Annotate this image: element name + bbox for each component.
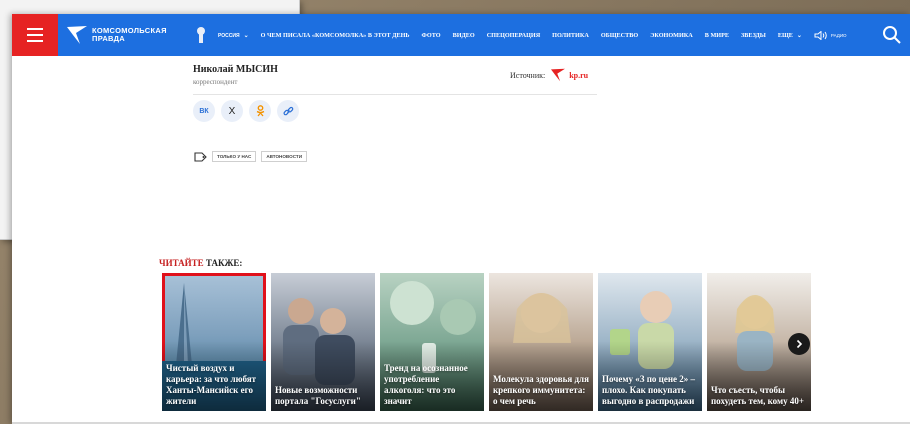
- odnoklassniki-icon: [256, 105, 264, 117]
- card-3-for-2[interactable]: Почему «З по цене 2» – плохо. Как покупа…: [598, 273, 702, 411]
- menu-button[interactable]: [12, 14, 58, 56]
- more-label: ЕЩЕ: [777, 31, 793, 39]
- card-title: Почему «З по цене 2» – плохо. Как покупа…: [602, 374, 696, 406]
- site-header: КОМСОМОЛЬСКАЯ ПРАВДА РОССИЯ ⌄ О ЧЕМ ПИСАЛ…: [12, 14, 910, 56]
- source-label: Источник:: [510, 70, 546, 80]
- nav-item-video[interactable]: ВИДЕО: [453, 32, 475, 39]
- card-khanty-mansiysk[interactable]: Чистый воздух и карьера: за что любят Ха…: [162, 273, 266, 411]
- card-alcohol-trend[interactable]: Тренд на осознанное употребление алкогол…: [380, 273, 484, 411]
- card-title: Чистый воздух и карьера: за что любят Ха…: [166, 363, 257, 406]
- nav-item-special-op[interactable]: СПЕЦОПЕРАЦИЯ: [487, 32, 540, 39]
- share-bar: ВК X: [193, 100, 299, 122]
- nav-item-photo[interactable]: ФОТО: [422, 32, 441, 39]
- nav-item-world[interactable]: В МИРЕ: [705, 32, 729, 39]
- author-block: Николай МЫСИН корреспондент: [193, 64, 278, 86]
- read-also-accent: ЧИТАЙТЕ: [159, 258, 204, 268]
- menu-line-icon: [27, 40, 43, 42]
- copy-link-button[interactable]: [277, 100, 299, 122]
- author-role: корреспондент: [193, 78, 238, 86]
- share-x-button[interactable]: X: [221, 100, 243, 122]
- nav-item-society[interactable]: ОБЩЕСТВО: [601, 32, 638, 39]
- nav-item-politics[interactable]: ПОЛИТИКА: [552, 32, 589, 39]
- source-link[interactable]: kp.ru: [569, 71, 588, 80]
- kp-bird-icon: [551, 68, 566, 82]
- share-vk-button[interactable]: ВК: [193, 100, 215, 122]
- vk-icon: ВК: [199, 107, 209, 115]
- x-icon: X: [228, 105, 236, 117]
- nav-more-button[interactable]: ЕЩЕ ⌄: [778, 32, 802, 39]
- nav-item-economy[interactable]: ЭКОНОМИКА: [650, 32, 693, 39]
- browser-window: КОМСОМОЛЬСКАЯ ПРАВДА РОССИЯ ⌄ О ЧЕМ ПИСАЛ…: [12, 14, 910, 424]
- card-health-molecule[interactable]: Молекула здоровья для крепкого иммунитет…: [489, 273, 593, 411]
- card-title: Что съесть, чтобы похудеть тем, кому 40+: [711, 385, 804, 406]
- tag-icon: [194, 151, 207, 162]
- bird-logo-icon: [67, 26, 87, 44]
- card-gosuslugi[interactable]: Новые возможности портала "Госуслуги": [271, 273, 375, 411]
- order-emblem-icon: [197, 27, 205, 43]
- link-icon: [282, 106, 293, 115]
- card-title: Новые возможности портала "Госуслуги": [275, 385, 361, 406]
- carousel-next-button[interactable]: [788, 333, 810, 355]
- radio-label: РАДИО: [830, 32, 847, 38]
- region-label: РОССИЯ: [218, 32, 240, 39]
- logo-line-2: ПРАВДА: [92, 34, 126, 43]
- radio-button[interactable]: РАДИО: [814, 30, 847, 40]
- tag-exclusive[interactable]: ТОЛЬКО У НАС: [212, 151, 257, 162]
- source-block: Источник: kp.ru: [510, 68, 588, 82]
- author-name[interactable]: Николай МЫСИН: [193, 64, 278, 75]
- tag-auto-news[interactable]: АВТОНОВОСТИ: [261, 151, 308, 162]
- nav-item-this-day[interactable]: О ЧЕМ ПИСАЛА «КОМСОМОЛКА» В ЭТОТ ДЕНЬ: [261, 32, 410, 39]
- read-also-heading: ЧИТАЙТЕ ТАКЖЕ:: [159, 258, 242, 268]
- region-selector[interactable]: РОССИЯ ⌄: [218, 32, 249, 39]
- speaker-icon: [814, 30, 827, 40]
- nav-item-stars[interactable]: ЗВЕЗДЫ: [741, 32, 766, 39]
- chevron-right-icon: [796, 339, 803, 349]
- chevron-down-icon: ⌄: [243, 32, 249, 39]
- share-ok-button[interactable]: [249, 100, 271, 122]
- site-logo[interactable]: КОМСОМОЛЬСКАЯ ПРАВДА: [66, 25, 184, 45]
- chevron-down-icon: ⌄: [796, 32, 802, 39]
- tags-row: ТОЛЬКО У НАС АВТОНОВОСТИ: [194, 151, 308, 162]
- search-icon[interactable]: [880, 23, 904, 47]
- divider: [193, 94, 597, 95]
- logo-text: КОМСОМОЛЬСКАЯ ПРАВДА: [92, 27, 167, 43]
- menu-line-icon: [27, 28, 43, 30]
- main-nav: РОССИЯ ⌄ О ЧЕМ ПИСАЛА «КОМСОМОЛКА» В ЭТОТ…: [218, 30, 859, 40]
- read-also-rest: ТАКЖЕ:: [203, 258, 243, 268]
- card-title: Тренд на осознанное употребление алкогол…: [384, 363, 468, 406]
- menu-line-icon: [27, 34, 43, 36]
- read-also-carousel: Чистый воздух и карьера: за что любят Ха…: [162, 273, 910, 411]
- card-title: Молекула здоровья для крепкого иммунитет…: [493, 374, 589, 406]
